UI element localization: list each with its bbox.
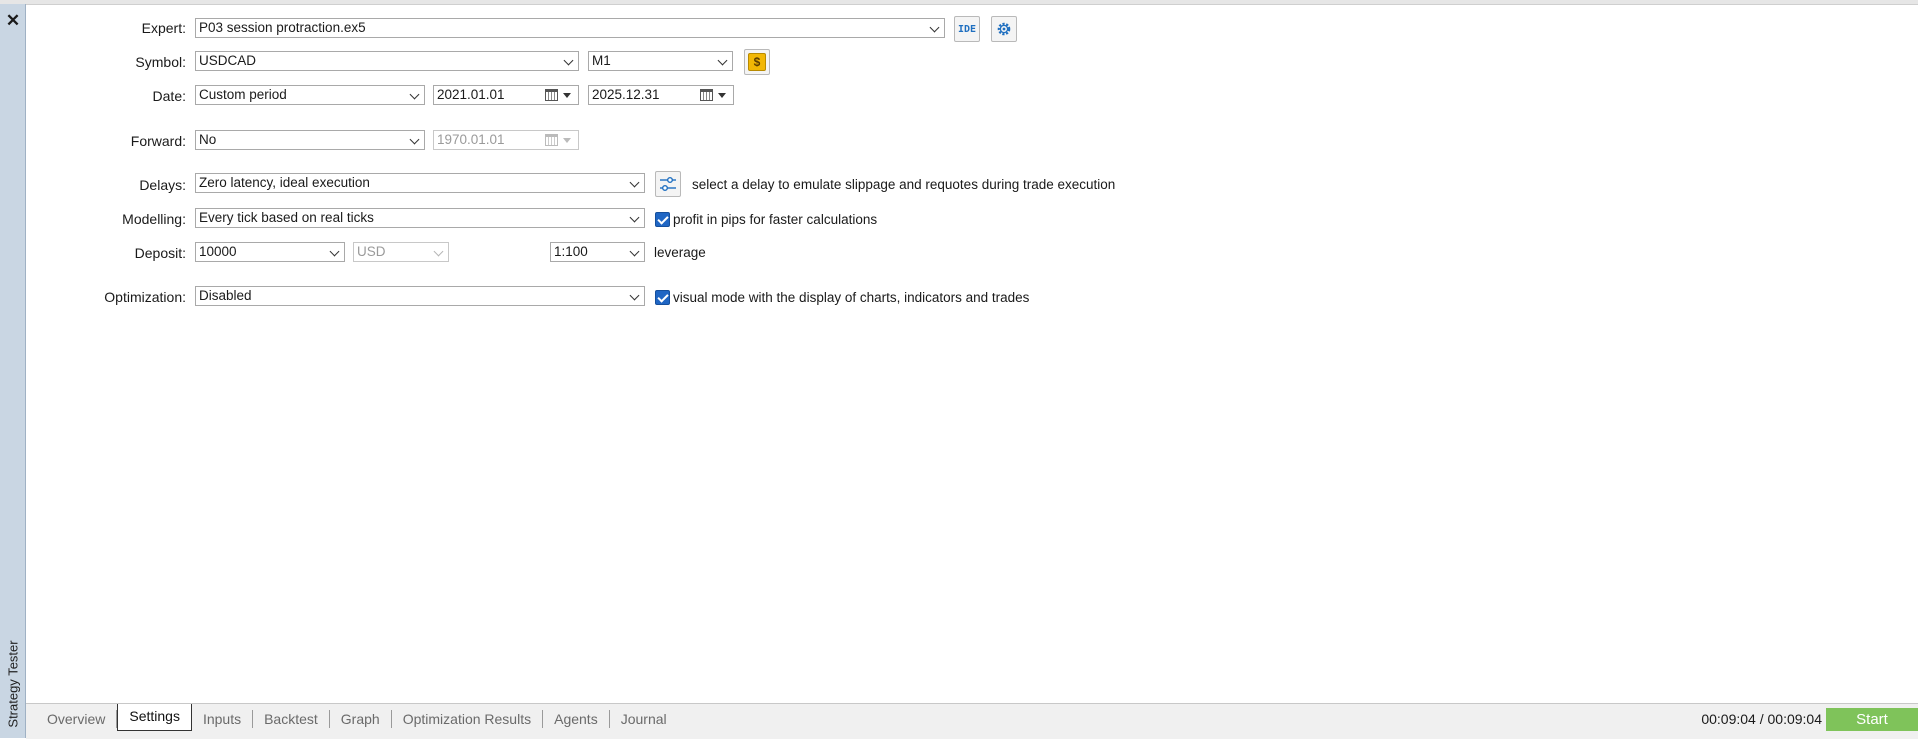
currency-value: USD <box>357 244 386 259</box>
bottom-tab-bar: Overview Settings Inputs Backtest Graph … <box>26 703 1918 739</box>
tab-backtest[interactable]: Backtest <box>253 709 330 728</box>
modelling-value: Every tick based on real ticks <box>199 210 374 225</box>
date-to-value: 2025.12.31 <box>592 87 660 102</box>
chevron-down-icon <box>563 55 574 66</box>
side-panel-strip: ✕ Strategy Tester <box>0 4 26 738</box>
leverage-label: leverage <box>654 245 706 260</box>
chevron-down-icon <box>717 55 728 66</box>
chevron-down-icon <box>629 212 640 223</box>
expert-label: Expert: <box>141 20 186 36</box>
optimization-label: Optimization: <box>104 289 186 305</box>
deposit-label: Deposit: <box>134 245 186 261</box>
chevron-down-icon <box>629 290 640 301</box>
date-to-picker[interactable]: 2025.12.31 <box>588 85 734 105</box>
ide-button[interactable]: IDE <box>954 16 980 42</box>
tab-optimization-results[interactable]: Optimization Results <box>392 709 544 728</box>
chevron-down-icon <box>629 177 640 188</box>
chevron-down-icon <box>409 134 420 145</box>
forward-value: No <box>199 132 217 147</box>
sliders-icon <box>660 177 676 191</box>
expert-value: P03 session protraction.ex5 <box>199 20 366 35</box>
ide-icon: IDE <box>957 23 977 35</box>
deposit-value: 10000 <box>199 244 237 259</box>
leverage-value: 1:100 <box>554 244 588 259</box>
tab-journal[interactable]: Journal <box>610 710 678 728</box>
elapsed-timer: 00:09:04 / 00:09:04 <box>1701 711 1822 727</box>
forward-date-value: 1970.01.01 <box>437 132 505 147</box>
delays-hint: select a delay to emulate slippage and r… <box>692 177 1116 192</box>
symbol-value: USDCAD <box>199 53 257 68</box>
date-period-value: Custom period <box>199 87 287 102</box>
date-from-picker[interactable]: 2021.01.01 <box>433 85 579 105</box>
chevron-down-icon <box>629 246 640 257</box>
tab-strip: Overview Settings Inputs Backtest Graph … <box>36 704 678 733</box>
chevron-down-icon <box>409 89 420 100</box>
leverage-select[interactable]: 1:100 <box>550 242 645 262</box>
calendar-icon <box>545 134 558 146</box>
top-border <box>0 0 1918 5</box>
calendar-icon <box>700 89 713 101</box>
deposit-select[interactable]: 10000 <box>195 242 345 262</box>
date-label: Date: <box>152 88 186 104</box>
modelling-select[interactable]: Every tick based on real ticks <box>195 208 645 228</box>
delays-value: Zero latency, ideal execution <box>199 175 370 190</box>
expert-select[interactable]: P03 session protraction.ex5 <box>195 18 945 38</box>
currency-select: USD <box>353 242 449 262</box>
timeframe-select[interactable]: M1 <box>588 51 733 71</box>
dropdown-arrow-icon <box>563 93 571 98</box>
tab-agents[interactable]: Agents <box>543 709 610 728</box>
calendar-icon <box>545 89 558 101</box>
delays-select[interactable]: Zero latency, ideal execution <box>195 173 645 193</box>
date-period-select[interactable]: Custom period <box>195 85 425 105</box>
gear-icon <box>997 22 1011 36</box>
panel-title: Strategy Tester <box>5 640 21 728</box>
visual-mode-label: visual mode with the display of charts, … <box>673 290 1030 305</box>
profit-in-pips-checkbox[interactable] <box>655 212 670 227</box>
chevron-down-icon <box>433 246 444 257</box>
modelling-label: Modelling: <box>122 211 186 227</box>
forward-label: Forward: <box>130 133 186 149</box>
start-button[interactable]: Start <box>1826 708 1918 731</box>
dropdown-arrow-icon <box>563 138 571 143</box>
delay-settings-button[interactable] <box>655 171 681 197</box>
symbol-select[interactable]: USDCAD <box>195 51 579 71</box>
symbol-properties-button[interactable]: $ <box>744 49 770 75</box>
expert-settings-button[interactable] <box>991 16 1017 42</box>
symbol-label: Symbol: <box>135 54 186 70</box>
profit-in-pips-label: profit in pips for faster calculations <box>673 212 878 227</box>
tab-settings[interactable]: Settings <box>117 704 192 731</box>
date-from-value: 2021.01.01 <box>437 87 505 102</box>
dropdown-arrow-icon <box>718 93 726 98</box>
timeframe-value: M1 <box>592 53 611 68</box>
forward-select[interactable]: No <box>195 130 425 150</box>
optimization-select[interactable]: Disabled <box>195 286 645 306</box>
delays-label: Delays: <box>139 177 186 193</box>
tab-overview[interactable]: Overview <box>36 709 118 728</box>
optimization-value: Disabled <box>199 288 252 303</box>
tab-graph[interactable]: Graph <box>330 709 392 728</box>
visual-mode-checkbox[interactable] <box>655 290 670 305</box>
tab-inputs[interactable]: Inputs <box>192 709 254 728</box>
chevron-down-icon <box>329 246 340 257</box>
forward-date-picker: 1970.01.01 <box>433 130 579 150</box>
dollar-icon: $ <box>748 53 766 71</box>
close-icon[interactable]: ✕ <box>4 12 22 30</box>
chevron-down-icon <box>929 22 940 33</box>
